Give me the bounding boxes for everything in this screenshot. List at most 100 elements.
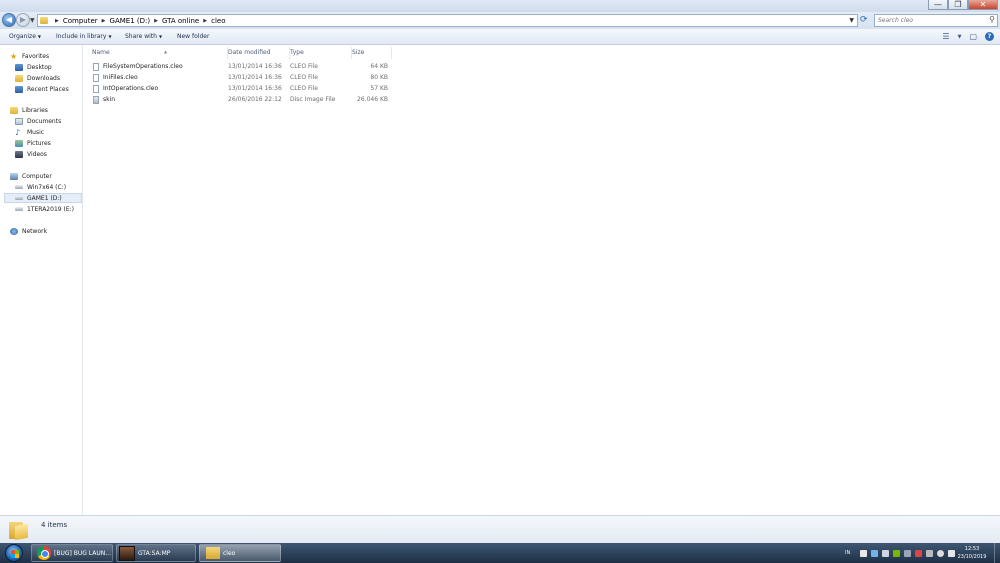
file-date: 13/01/2014 16:36 [228, 63, 282, 70]
chevron-down-icon[interactable]: ▼ [958, 34, 962, 40]
search-input[interactable] [875, 15, 983, 26]
tray-app-icon[interactable] [882, 549, 890, 557]
clock-date: 23/10/2019 [957, 554, 987, 560]
task-chrome[interactable]: [BUG] BUG LAUN... [31, 544, 113, 562]
file-icon [93, 63, 99, 71]
file-date: 13/01/2014 16:36 [228, 74, 282, 81]
nav-drive-d[interactable]: GAME1 (D:) [4, 193, 82, 203]
nav-label: Downloads [27, 74, 60, 82]
task-cleo-explorer[interactable]: cleo [199, 544, 281, 562]
documents-icon [15, 117, 23, 125]
nav-label: Recent Places [27, 85, 69, 93]
nav-libraries[interactable]: Libraries [10, 105, 48, 115]
file-type: CLEO File [290, 74, 318, 81]
nav-network[interactable]: Network [10, 226, 47, 236]
minimize-button[interactable]: — [928, 0, 948, 10]
crumb-gta-online[interactable]: GTA online [159, 17, 202, 25]
nav-documents[interactable]: Documents [15, 116, 61, 126]
title-bar[interactable]: — ❐ ✕ [0, 0, 1000, 12]
address-dropdown-icon[interactable]: ▼ [849, 17, 854, 24]
preview-pane-icon[interactable]: ▢ [969, 32, 977, 41]
task-label: cleo [223, 549, 236, 557]
start-button[interactable] [5, 544, 23, 562]
nav-label: Videos [27, 150, 47, 158]
file-icon [93, 74, 99, 82]
file-size: 26.046 KB [357, 96, 388, 103]
nav-label: Desktop [27, 63, 52, 71]
column-date[interactable]: Date modified [228, 47, 290, 59]
show-desktop-button[interactable] [994, 543, 1000, 563]
language-indicator[interactable]: IN [845, 550, 850, 556]
nav-favorites[interactable]: ★ Favorites [10, 51, 49, 61]
nav-label: 1TERA2019 (E:) [27, 205, 74, 213]
nav-downloads[interactable]: Downloads [15, 73, 60, 83]
nvidia-icon[interactable] [893, 549, 901, 557]
crumb-computer[interactable]: Computer [60, 17, 101, 25]
file-name: FileSystemOperations.cleo [103, 63, 183, 70]
column-type[interactable]: Type [290, 47, 352, 59]
nav-label: Music [27, 128, 45, 136]
tray-app-icon[interactable] [871, 549, 879, 557]
volume-icon[interactable] [937, 549, 945, 557]
share-label: Share with [125, 33, 157, 40]
file-date: 26/06/2016 22:12 [228, 96, 282, 103]
column-size[interactable]: Size [352, 47, 392, 59]
nav-recent-places[interactable]: Recent Places [15, 84, 69, 94]
nav-label: Computer [22, 172, 52, 180]
network-tray-icon[interactable] [926, 549, 934, 557]
forward-button[interactable]: ▶ [16, 13, 30, 27]
column-label: Type [290, 49, 304, 56]
include-in-library-button[interactable]: Include in library ▼ [56, 33, 112, 40]
clock[interactable]: 12:53 23/10/2019 [952, 545, 992, 561]
nav-drive-c[interactable]: Win7x64 (C:) [15, 182, 66, 192]
nav-label: Network [22, 227, 48, 235]
gta-icon [119, 545, 135, 561]
nav-computer[interactable]: Computer [10, 171, 52, 181]
close-button[interactable]: ✕ [968, 0, 998, 10]
folder-icon [9, 520, 29, 541]
table-row[interactable]: FileSystemOperations.cleo 13/01/2014 16:… [92, 62, 392, 73]
nav-videos[interactable]: Videos [15, 149, 47, 159]
nav-label: Favorites [22, 52, 50, 60]
tray-app-icon[interactable] [904, 549, 912, 557]
file-list: Name ▲ Date modified Type Size FileSystem… [84, 45, 1000, 515]
table-row[interactable]: skin 26/06/2016 22:12 Disc Image File 26… [92, 95, 392, 106]
disc-image-icon [93, 96, 99, 104]
table-row[interactable]: IntOperations.cleo 13/01/2014 16:36 CLEO… [92, 84, 392, 95]
share-with-button[interactable]: Share with ▼ [125, 33, 162, 40]
file-date: 13/01/2014 16:36 [228, 85, 282, 92]
search-icon[interactable]: ⚲ [989, 15, 995, 24]
nav-desktop[interactable]: Desktop [15, 62, 52, 72]
help-icon[interactable]: ? [985, 32, 994, 41]
tray-app-icon[interactable] [860, 549, 868, 557]
address-row: ◀ ▶ ▼ ▶ Computer ▶ GAME1 (D:) ▶ GTA onli… [0, 12, 1000, 29]
task-gta-samp[interactable]: GTA:SA:MP [116, 544, 196, 562]
table-row[interactable]: IniFiles.cleo 13/01/2014 16:36 CLEO File… [92, 73, 392, 84]
maximize-button[interactable]: ❐ [948, 0, 968, 10]
organize-button[interactable]: Organize ▼ [9, 33, 41, 40]
crumb-cleo[interactable]: cleo [208, 17, 228, 25]
chrome-icon [37, 546, 51, 560]
network-icon [10, 227, 18, 235]
chevron-down-icon: ▼ [158, 34, 163, 39]
task-label: GTA:SA:MP [138, 549, 171, 557]
nav-pictures[interactable]: Pictures [15, 138, 51, 148]
back-button[interactable]: ◀ [2, 13, 16, 27]
column-label: Date modified [228, 49, 271, 56]
details-pane: 4 items [0, 515, 1000, 543]
recent-pages-dropdown[interactable]: ▼ [30, 17, 35, 24]
file-name: IniFiles.cleo [103, 74, 138, 81]
new-folder-button[interactable]: New folder [177, 33, 209, 40]
view-controls: ☰ ▼ ▢ ? [942, 32, 994, 41]
crumb-game1[interactable]: GAME1 (D:) [107, 17, 154, 25]
nav-drive-e[interactable]: 1TERA2019 (E:) [15, 204, 74, 214]
refresh-icon[interactable]: ⟳ [860, 15, 870, 25]
nav-music[interactable]: ♪ Music [15, 127, 44, 137]
address-bar[interactable]: ▶ Computer ▶ GAME1 (D:) ▶ GTA online ▶ c… [37, 14, 858, 27]
recent-places-icon [15, 85, 23, 93]
tray-app-icon[interactable] [915, 549, 923, 557]
column-name[interactable]: Name ▲ [92, 47, 228, 59]
downloads-folder-icon [15, 74, 23, 82]
libraries-icon [10, 106, 18, 114]
view-options-icon[interactable]: ☰ [942, 32, 949, 41]
